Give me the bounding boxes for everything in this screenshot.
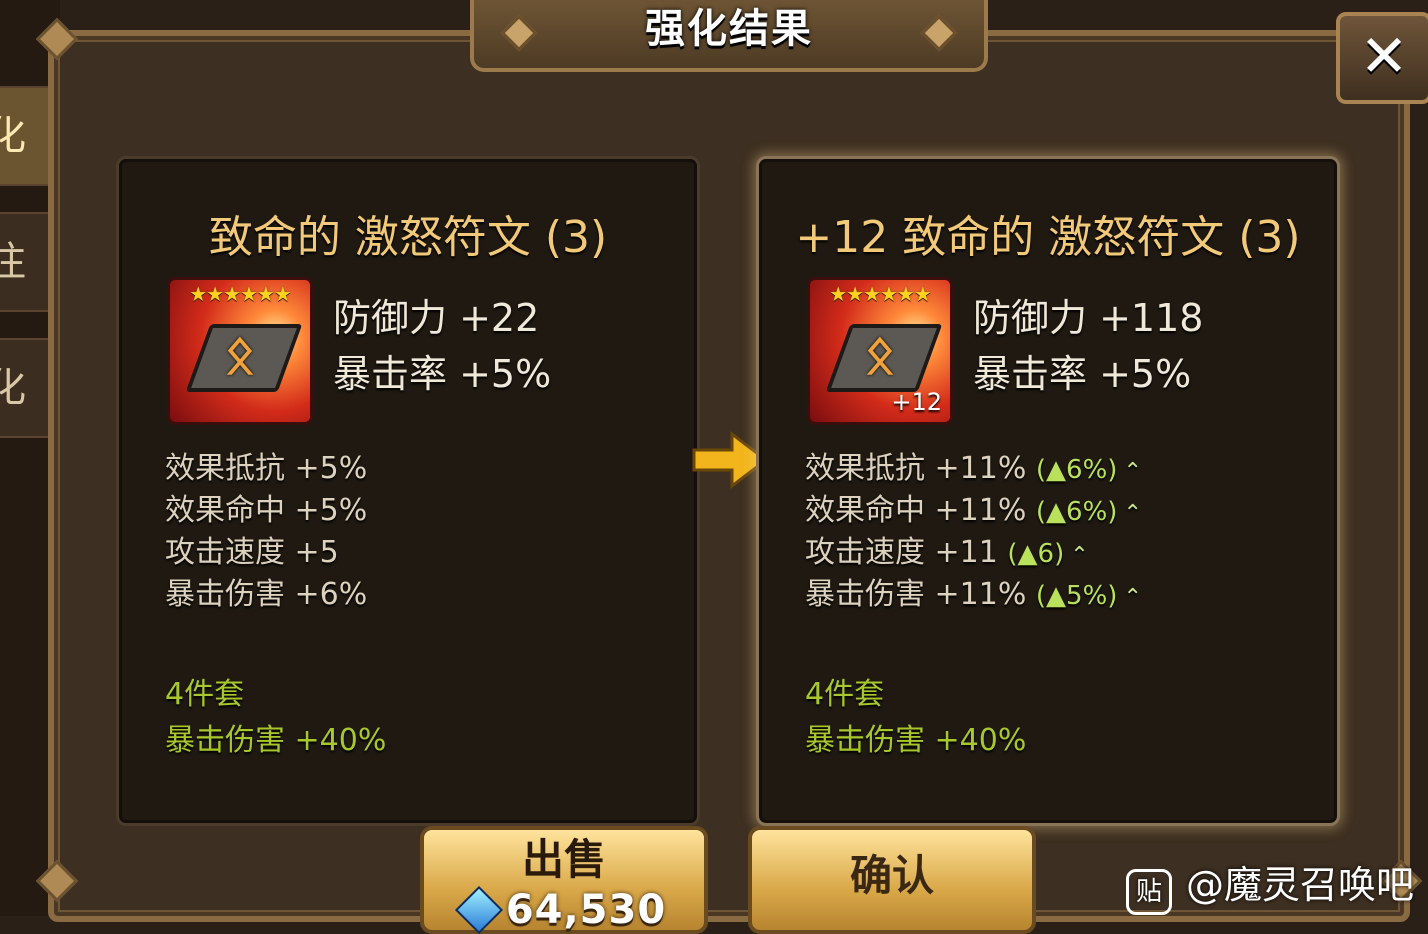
set-bonus: 暴击伤害 +40% [805,723,1027,758]
sub-stat: 效果命中 +11% (▲6%) ⌃ [805,485,1142,529]
sub-stat: 攻击速度 +11 (▲6) ⌃ [805,527,1089,571]
sub-stat-increase: (▲5%) [1035,581,1118,611]
crystal-icon [454,885,503,934]
main-stat: 防御力 +22 [333,296,540,340]
chevron-up-icon: ⌃ [1123,459,1142,484]
chevron-up-icon: ⌃ [1070,543,1089,568]
sub-stat-increase: (▲6%) [1035,455,1118,485]
rune-before-icon: ★★★★★★ ᛟ [167,277,313,425]
tieba-logo-icon: 贴 [1126,869,1172,915]
close-button[interactable]: ✕ [1336,12,1428,104]
set-name: 4件套 [805,677,885,712]
watermark-text: @魔灵召唤吧 [1186,863,1415,907]
rune-after-icon: ★★★★★★ ᛟ +12 [807,277,953,425]
side-tab-enhance[interactable]: 化 [0,86,54,186]
sub-stat: 暴击伤害 +11% (▲5%) ⌃ [805,569,1142,613]
set-bonus: 暴击伤害 +40% [165,723,387,758]
result-dialog: 致命的 激怒符文 (3) ★★★★★★ ᛟ 防御力 +22 暴击率 +5% 效果… [35,17,1423,922]
star-rating: ★★★★★★ [829,282,932,306]
innate-stat: 暴击率 +5% [333,352,552,396]
confirm-button-label: 确认 [849,851,934,900]
rune-level-badge: +12 [891,388,942,416]
sub-stat-value: 攻击速度 +11 [805,535,998,570]
innate-stat: 暴击率 +5% [973,352,1192,396]
sell-button[interactable]: 出售 64,530 [420,826,708,934]
confirm-button[interactable]: 确认 [748,826,1036,934]
watermark: 贴 @魔灵召唤吧 [1126,854,1414,915]
rage-rune-symbol-icon: ᛟ [224,325,256,385]
sell-price: 64,530 [454,885,667,934]
sub-stat-value: 效果命中 +11% [805,493,1027,528]
side-tab-inject[interactable]: 注入 [0,212,54,312]
chevron-up-icon: ⌃ [1123,585,1142,610]
sub-stat-value: 效果抵抗 +11% [805,451,1027,486]
sub-stat-increase: (▲6%) [1035,497,1118,527]
set-name: 4件套 [165,677,245,712]
rune-after-panel: +12 致命的 激怒符文 (3) ★★★★★★ ᛟ +12 防御力 +118 暴… [756,156,1340,826]
chevron-up-icon: ⌃ [1123,501,1142,526]
sub-stat: 效果抵抗 +11% (▲6%) ⌃ [805,443,1142,487]
title-banner: 强化结果 [470,0,988,72]
star-rating: ★★★★★★ [189,282,292,306]
main-stat: 防御力 +118 [973,296,1204,340]
sub-stat: 效果命中 +5% [165,493,368,528]
sell-button-label: 出售 [521,835,606,884]
rune-after-name: +12 致命的 激怒符文 (3) [795,212,1301,263]
rune-before-panel: 致命的 激怒符文 (3) ★★★★★★ ᛟ 防御力 +22 暴击率 +5% 效果… [116,156,700,826]
sub-stat: 效果抵抗 +5% [165,451,368,486]
sub-stat: 暴击伤害 +6% [165,577,368,612]
rage-rune-symbol-icon: ᛟ [864,325,896,385]
sub-stat-value: 暴击伤害 +11% [805,577,1027,612]
rune-before-name: 致命的 激怒符文 (3) [208,212,608,263]
sub-stat: 攻击速度 +5 [165,535,339,570]
page-title: 强化结果 [645,6,813,52]
sub-stat-increase: (▲6) [1007,539,1065,569]
sell-price-value: 64,530 [505,887,667,933]
side-tab-evolve[interactable]: 化 [0,338,54,438]
